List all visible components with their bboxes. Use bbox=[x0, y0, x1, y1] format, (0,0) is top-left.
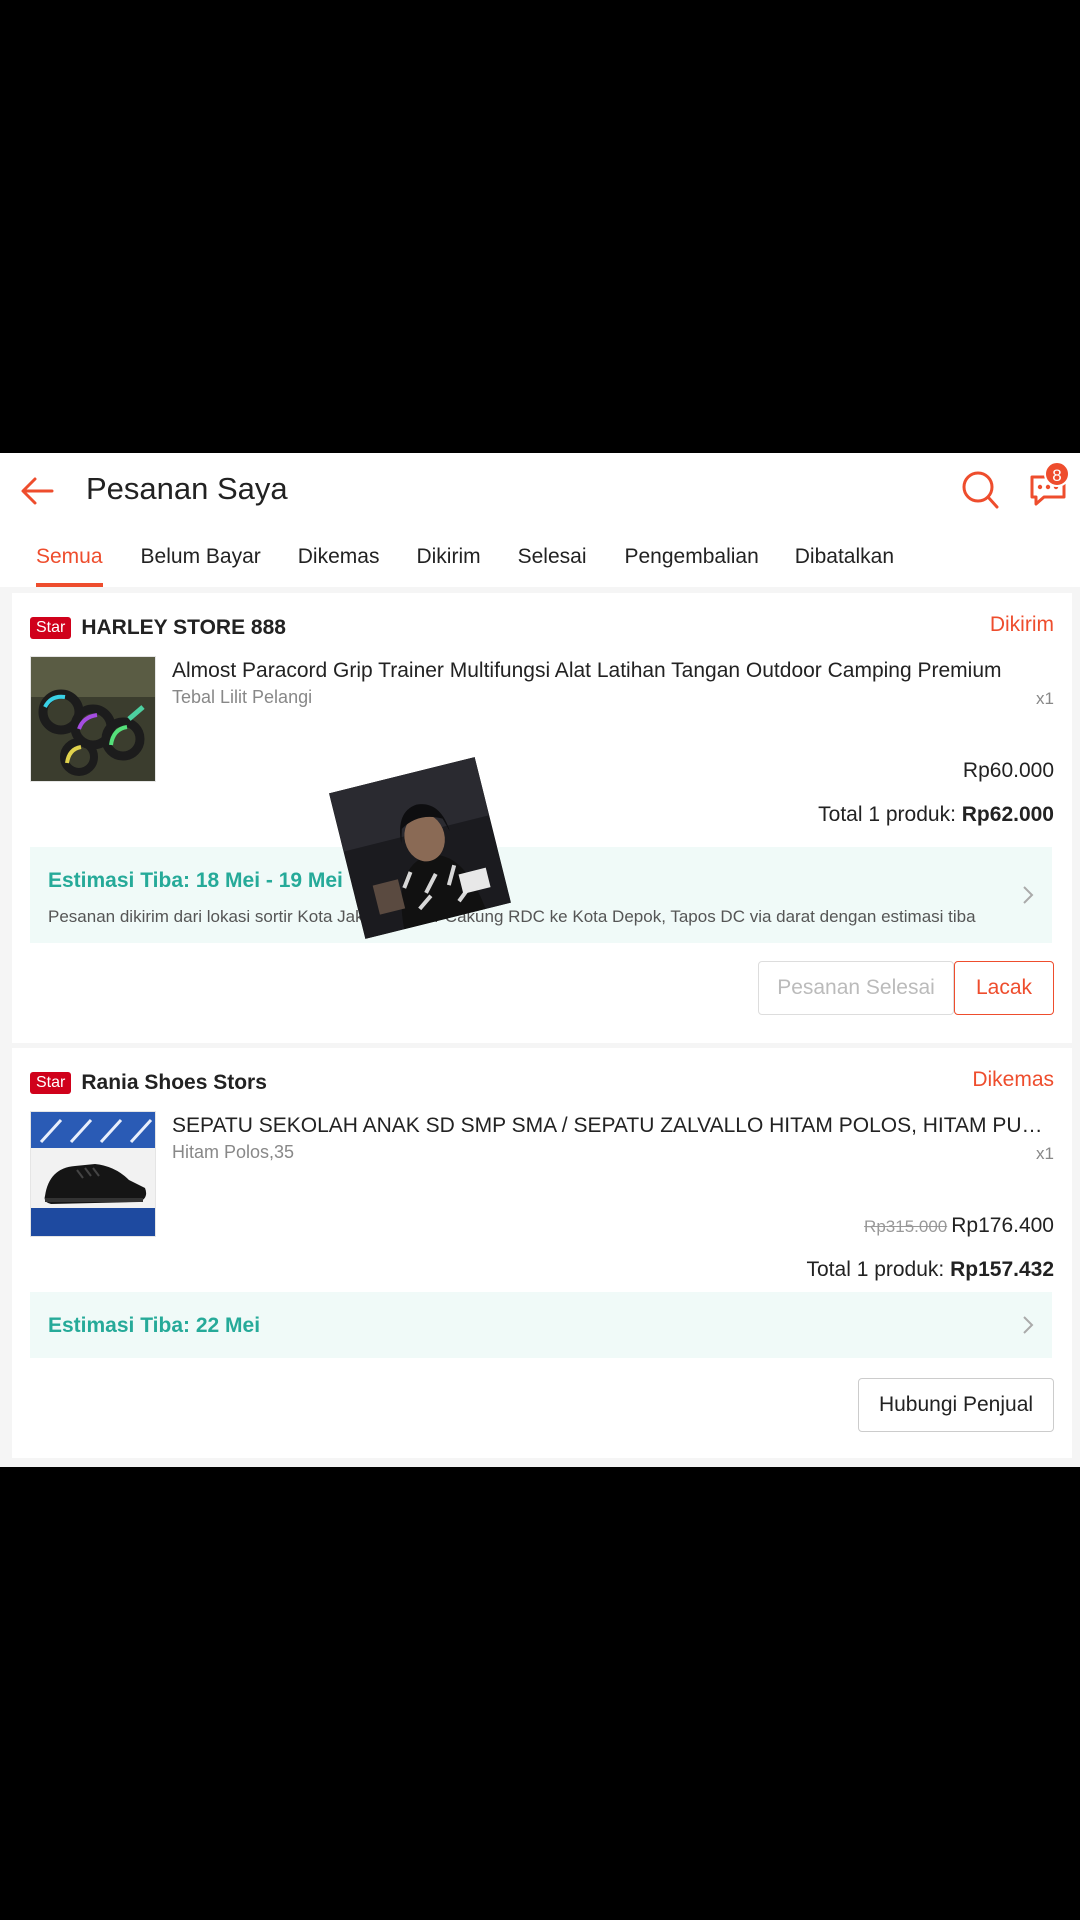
original-price: Rp315.000 bbox=[864, 1217, 948, 1236]
total-value: Rp62.000 bbox=[961, 803, 1054, 826]
chevron-right-icon bbox=[1023, 1316, 1034, 1334]
product-variant: Hitam Polos,35 bbox=[172, 1142, 295, 1162]
track-button[interactable]: Lacak bbox=[954, 961, 1054, 1015]
grip-trainer-image bbox=[31, 657, 155, 781]
order-completed-button[interactable]: Pesanan Selesai bbox=[758, 961, 954, 1015]
shop-name: Rania Shoes Stors bbox=[81, 1071, 267, 1094]
product-thumbnail[interactable] bbox=[30, 656, 156, 782]
arrow-left-icon bbox=[21, 477, 54, 505]
order-card[interactable]: Star HARLEY STORE 888 Dikirim Almost Par… bbox=[12, 593, 1072, 1043]
tab-dikirim[interactable]: Dikirim bbox=[416, 533, 480, 587]
tab-dibatalkan[interactable]: Dibatalkan bbox=[795, 533, 894, 587]
product-quantity: x1 bbox=[1036, 1144, 1054, 1163]
shipping-eta[interactable]: Estimasi Tiba: 22 Mei bbox=[30, 1292, 1052, 1358]
total-label: Total 1 produk: bbox=[806, 1258, 951, 1281]
shipping-eta[interactable]: Estimasi Tiba: 18 Mei - 19 Mei Pesanan d… bbox=[30, 847, 1052, 943]
product-price: Rp60.000 bbox=[963, 759, 1054, 783]
shop-row[interactable]: Star HARLEY STORE 888 bbox=[30, 611, 286, 645]
product-price: Rp315.000 Rp176.400 bbox=[864, 1214, 1054, 1238]
eta-title: Estimasi Tiba: 22 Mei bbox=[48, 1314, 261, 1337]
school-shoe-image bbox=[31, 1112, 155, 1236]
back-button[interactable] bbox=[18, 471, 58, 511]
contact-seller-button[interactable]: Hubungi Penjual bbox=[858, 1378, 1054, 1432]
tab-semua[interactable]: Semua bbox=[36, 533, 103, 587]
orders-screen: Pesanan Saya 8 Semua Belum Bayar Dikemas… bbox=[0, 453, 1080, 1467]
product-name[interactable]: SEPATU SEKOLAH ANAK SD SMP SMA / SEPATU … bbox=[172, 1112, 1052, 1140]
eta-description: Pesanan dikirim dari lokasi sortir Kota … bbox=[48, 907, 976, 926]
total-label: Total 1 produk: bbox=[818, 803, 962, 826]
product-thumbnail[interactable] bbox=[30, 1111, 156, 1237]
star-badge: Star bbox=[30, 617, 72, 639]
order-card[interactable]: Star Rania Shoes Stors Dikemas SEPATU SE… bbox=[12, 1048, 1072, 1458]
product-quantity: x1 bbox=[1036, 689, 1054, 708]
order-total: Total 1 produk: Rp157.432 bbox=[807, 1258, 1055, 1282]
shop-name: HARLEY STORE 888 bbox=[81, 616, 286, 639]
top-bar: Pesanan Saya 8 Semua Belum Bayar Dikemas… bbox=[0, 453, 1080, 587]
shop-row[interactable]: Star Rania Shoes Stors bbox=[30, 1066, 267, 1100]
eta-title: Estimasi Tiba: 18 Mei - 19 Mei bbox=[48, 869, 343, 892]
price-value: Rp176.400 bbox=[951, 1214, 1054, 1237]
order-status: Dikemas bbox=[972, 1068, 1054, 1091]
search-icon bbox=[962, 471, 999, 509]
chat-badge: 8 bbox=[1044, 461, 1070, 487]
page-title: Pesanan Saya bbox=[86, 471, 288, 506]
product-variant: Tebal Lilit Pelangi bbox=[172, 687, 313, 707]
order-tabs: Semua Belum Bayar Dikemas Dikirim Selesa… bbox=[0, 533, 1080, 587]
order-status: Dikirim bbox=[989, 613, 1054, 636]
tab-belum-bayar[interactable]: Belum Bayar bbox=[141, 533, 261, 587]
search-button[interactable] bbox=[960, 467, 1000, 511]
order-total: Total 1 produk: Rp62.000 bbox=[818, 803, 1054, 827]
chevron-right-icon bbox=[1023, 886, 1034, 904]
price-value: Rp60.000 bbox=[962, 759, 1054, 782]
tab-selesai[interactable]: Selesai bbox=[518, 533, 587, 587]
tab-dikemas[interactable]: Dikemas bbox=[298, 533, 380, 587]
total-value: Rp157.432 bbox=[950, 1258, 1054, 1281]
product-name[interactable]: Almost Paracord Grip Trainer Multifungsi… bbox=[172, 657, 1052, 685]
star-badge: Star bbox=[30, 1072, 72, 1094]
tab-pengembalian[interactable]: Pengembalian bbox=[625, 533, 759, 587]
